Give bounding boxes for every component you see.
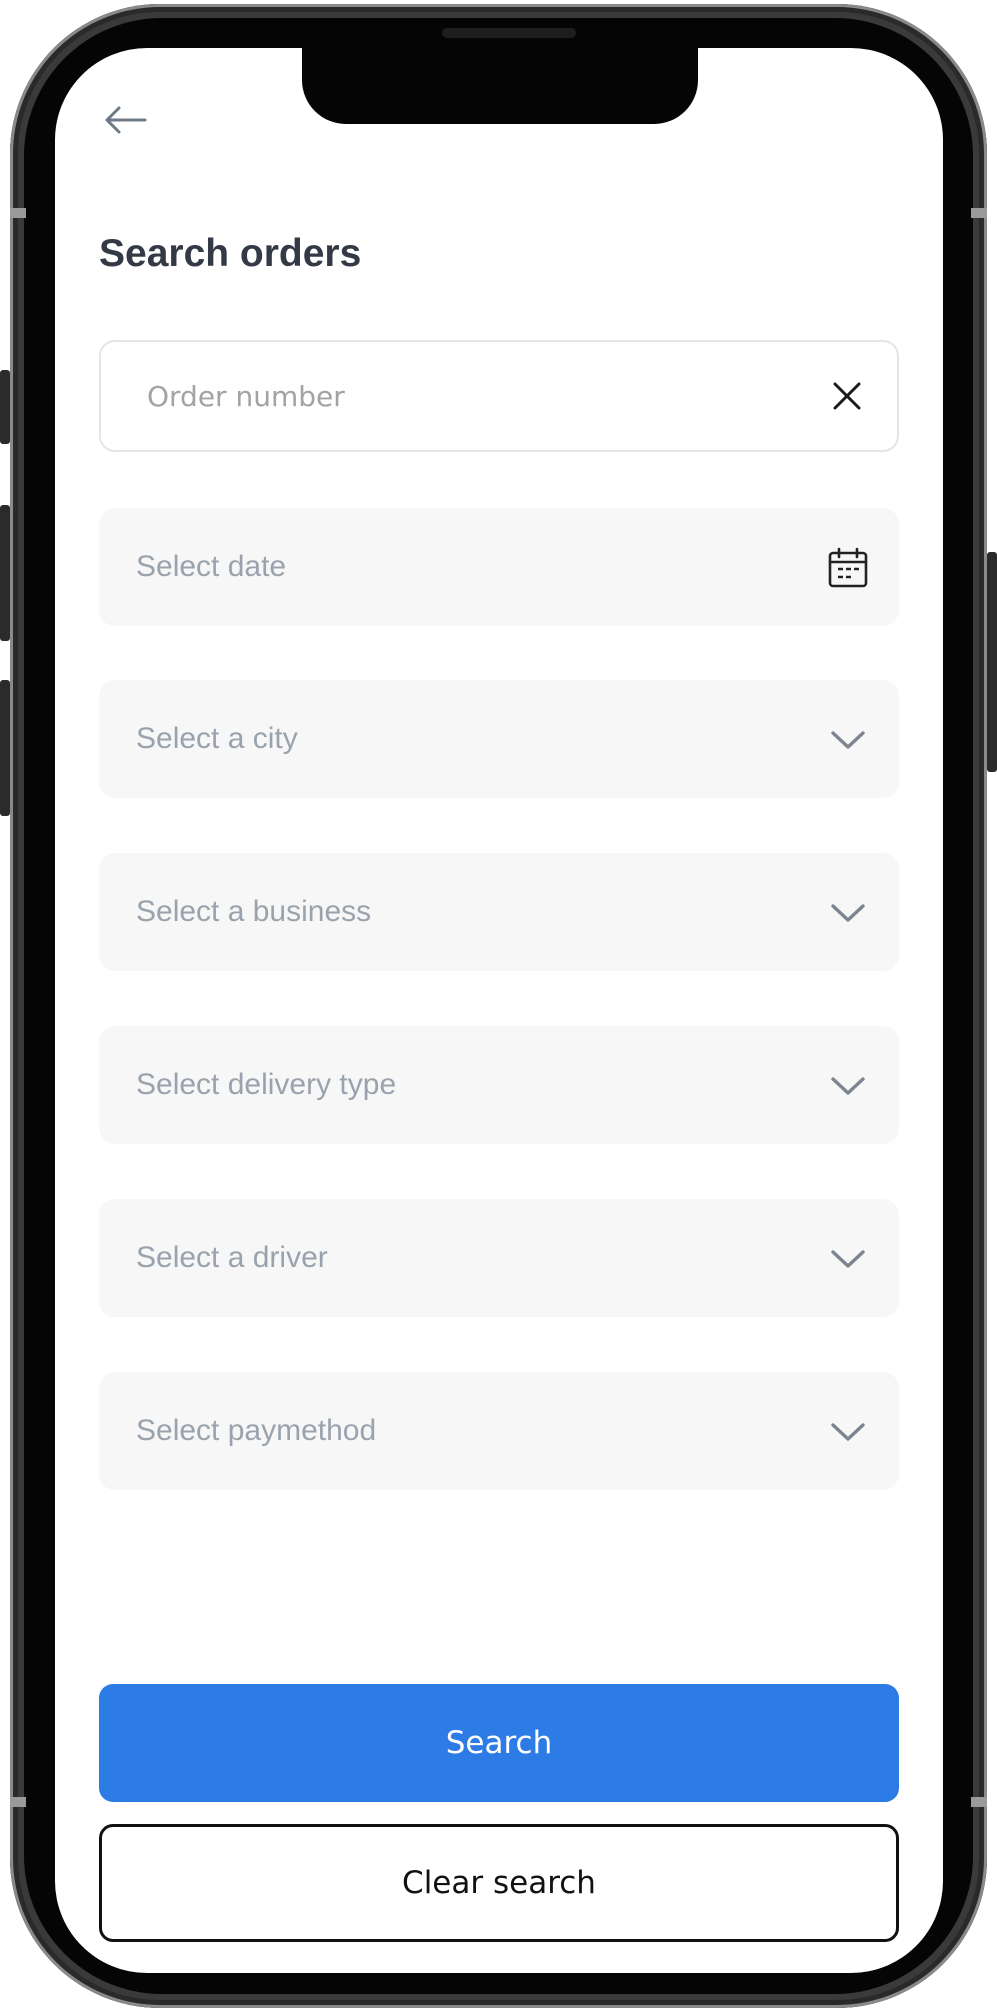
search-button[interactable]: Search [99, 1684, 899, 1802]
date-picker[interactable]: Select date [99, 508, 899, 626]
delivery-type-select[interactable]: Select delivery type [99, 1026, 899, 1144]
antenna-band [10, 1797, 26, 1807]
power-button [987, 552, 997, 772]
order-number-field [99, 340, 899, 452]
back-button[interactable] [101, 100, 149, 140]
phone-speaker [442, 28, 576, 38]
paymethod-select-label: Select paymethod [136, 1414, 377, 1447]
antenna-band [971, 208, 987, 218]
antenna-band [10, 208, 26, 218]
business-select-label: Select a business [136, 895, 372, 928]
city-select[interactable]: Select a city [99, 680, 899, 798]
date-picker-label: Select date [136, 550, 287, 583]
chevron-down-icon [831, 1250, 865, 1268]
silent-switch [0, 370, 10, 444]
volume-up-button [0, 505, 10, 641]
clear-input-button[interactable] [827, 376, 867, 416]
volume-down-button [0, 680, 10, 816]
antenna-band [971, 1797, 987, 1807]
business-select[interactable]: Select a business [99, 853, 899, 971]
clear-search-button[interactable]: Clear search [99, 1824, 899, 1942]
page-title: Search orders [99, 232, 362, 275]
close-icon [833, 382, 861, 410]
paymethod-select[interactable]: Select paymethod [99, 1372, 899, 1490]
chevron-down-icon [831, 1077, 865, 1095]
arrow-left-icon [105, 106, 147, 134]
order-number-input[interactable] [101, 342, 827, 450]
chevron-down-icon [831, 1423, 865, 1441]
app-screen: Search orders Select date Select a city … [55, 48, 943, 1973]
camera-notch [302, 48, 698, 124]
chevron-down-icon [831, 904, 865, 922]
calendar-icon [828, 547, 868, 588]
chevron-down-icon [831, 731, 865, 749]
driver-select[interactable]: Select a driver [99, 1199, 899, 1317]
delivery-type-select-label: Select delivery type [136, 1068, 397, 1101]
city-select-label: Select a city [136, 722, 298, 755]
driver-select-label: Select a driver [136, 1241, 328, 1274]
